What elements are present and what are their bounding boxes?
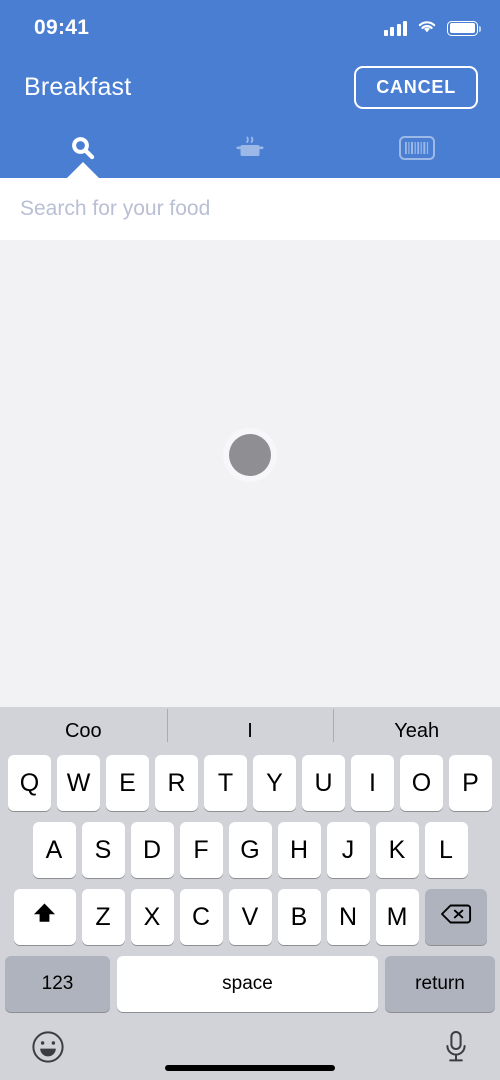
key-l[interactable]: L (424, 822, 468, 878)
keyboard-bottom-bar (0, 1018, 500, 1080)
backspace-delete-icon (440, 902, 472, 933)
tab-meal[interactable] (167, 118, 334, 178)
key-q[interactable]: Q (8, 755, 51, 811)
key-o[interactable]: O (400, 755, 443, 811)
key-m[interactable]: M (375, 889, 419, 945)
wifi-icon (416, 18, 438, 39)
keyboard-row-2: A S D F G H J K L (0, 822, 500, 878)
key-j[interactable]: J (326, 822, 370, 878)
search-input[interactable] (20, 197, 480, 221)
status-bar: 09:41 (0, 0, 500, 56)
numbers-key[interactable]: 123 (5, 956, 110, 1012)
tab-barcode[interactable] (333, 118, 500, 178)
suggestion-bar: Coo I Yeah (0, 707, 500, 755)
suggestion-item[interactable]: Yeah (333, 708, 500, 743)
search-bar (0, 178, 500, 240)
page-title: Breakfast (24, 72, 132, 101)
key-x[interactable]: X (130, 889, 174, 945)
backspace-key[interactable] (424, 889, 487, 945)
suggestion-item[interactable]: Coo (0, 720, 167, 743)
key-z[interactable]: Z (81, 889, 125, 945)
keyboard-row-4: 123 space return (0, 956, 500, 1012)
key-w[interactable]: W (57, 755, 100, 811)
key-d[interactable]: D (130, 822, 174, 878)
status-bar-time: 09:41 (34, 16, 90, 39)
key-t[interactable]: T (204, 755, 247, 811)
app-header: 09:41 Breakfast CANCEL (0, 0, 500, 179)
key-v[interactable]: V (228, 889, 272, 945)
key-y[interactable]: Y (253, 755, 296, 811)
return-key[interactable]: return (385, 956, 495, 1012)
spinner-dot (229, 433, 271, 476)
suggestion-item[interactable]: I (166, 708, 334, 743)
key-e[interactable]: E (106, 755, 149, 811)
key-s[interactable]: S (81, 822, 125, 878)
loading-spinner (229, 433, 271, 476)
key-f[interactable]: F (179, 822, 223, 878)
key-p[interactable]: P (449, 755, 492, 811)
shift-key[interactable] (13, 889, 76, 945)
key-c[interactable]: C (179, 889, 223, 945)
key-h[interactable]: H (277, 822, 321, 878)
keyboard-row-3: Z X C V B N M (0, 889, 500, 945)
key-n[interactable]: N (326, 889, 370, 945)
cellular-bars-icon (383, 20, 407, 36)
keyboard-row-1: Q W E R T Y U I O P (0, 755, 500, 811)
navigation-bar: Breakfast CANCEL (0, 56, 500, 118)
tab-bar (0, 118, 500, 179)
key-g[interactable]: G (228, 822, 272, 878)
app-screen: 09:41 Breakfast CANCEL Search for your f… (0, 0, 500, 1080)
battery-full-icon (447, 20, 482, 36)
key-r[interactable]: R (155, 755, 198, 811)
space-key[interactable]: space (117, 956, 378, 1012)
key-k[interactable]: K (375, 822, 419, 878)
search-icon (68, 133, 98, 163)
key-i[interactable]: I (351, 755, 394, 811)
results-area (0, 240, 500, 707)
on-screen-keyboard: Coo I Yeah Q W E R T Y U I O P A S D F G… (0, 707, 500, 1080)
key-b[interactable]: B (277, 889, 321, 945)
status-bar-icons (383, 18, 482, 39)
key-a[interactable]: A (32, 822, 76, 878)
emoji-smiley-icon[interactable] (30, 1029, 66, 1070)
key-u[interactable]: U (302, 755, 345, 811)
active-tab-pointer (66, 162, 101, 179)
home-indicator (165, 1065, 335, 1071)
shift-arrow-icon (31, 900, 58, 934)
cooking-pot-icon (233, 133, 267, 163)
barcode-scanner-icon (398, 134, 436, 162)
cancel-button[interactable]: CANCEL (354, 65, 478, 109)
microphone-icon[interactable] (442, 1029, 470, 1070)
